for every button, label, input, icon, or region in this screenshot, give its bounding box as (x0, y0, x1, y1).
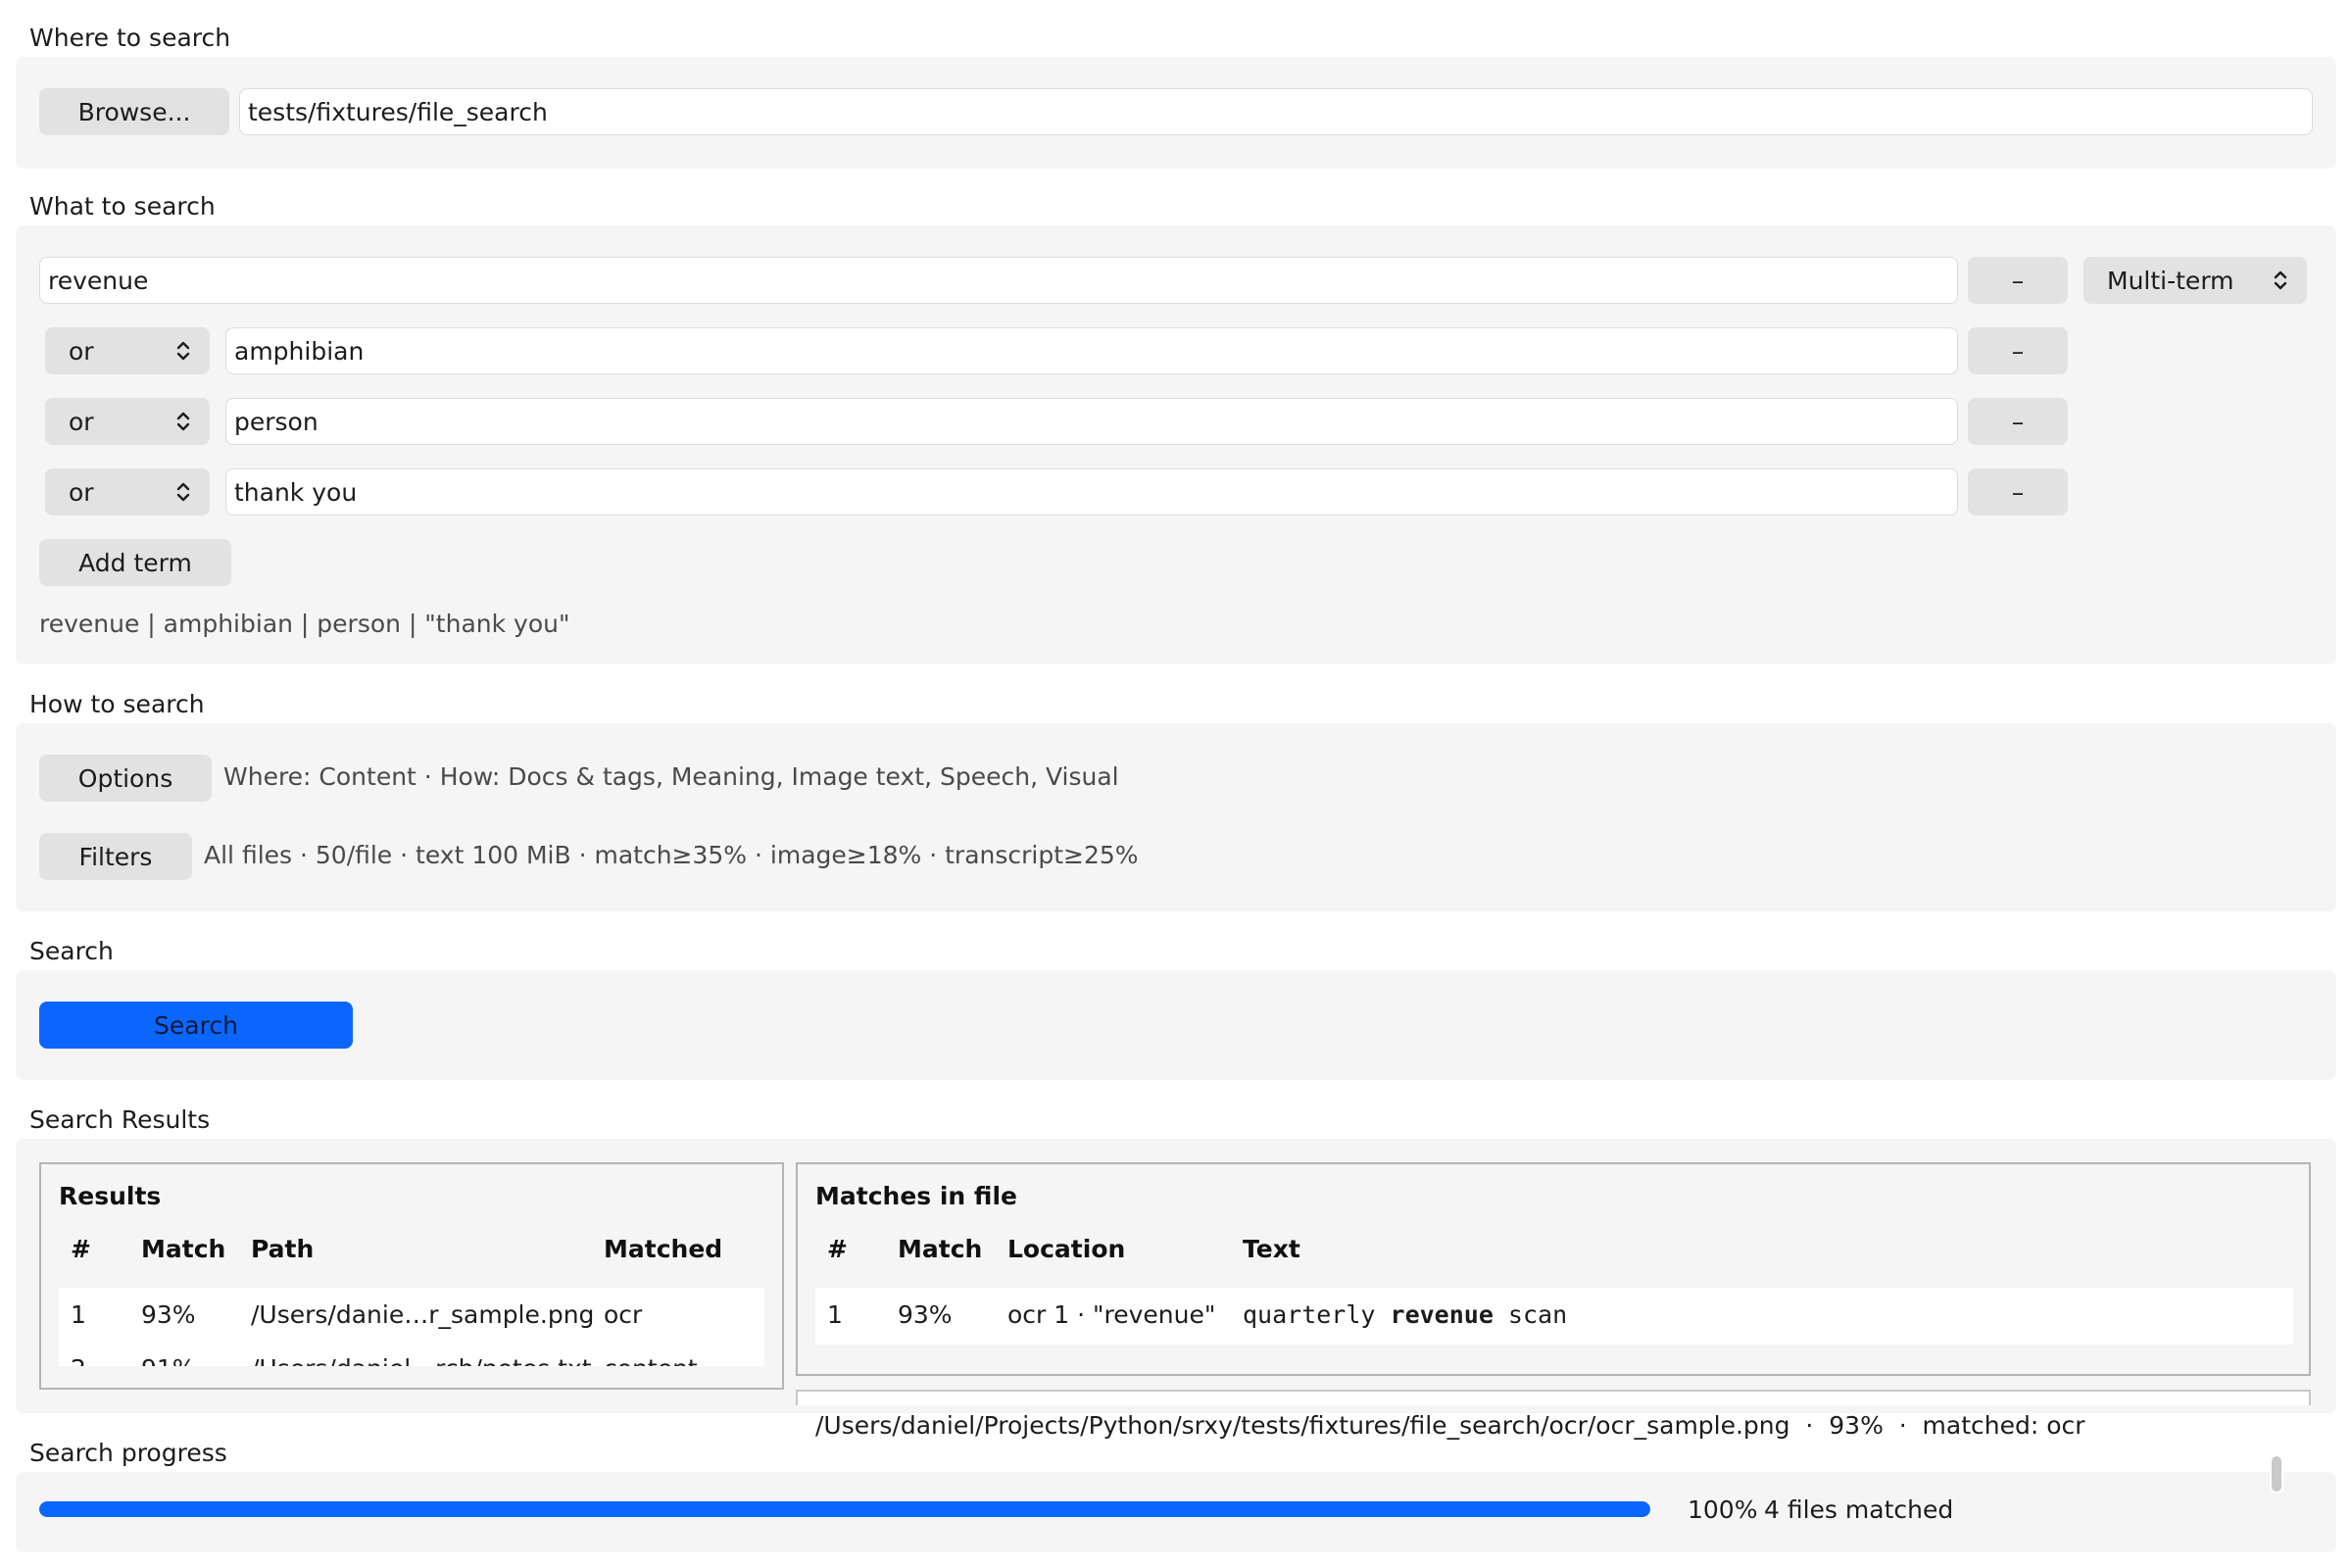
updown-chevron-icon (176, 482, 190, 502)
results-col-matched[interactable]: Matched (604, 1235, 722, 1263)
term-input-2[interactable]: person (225, 398, 1958, 445)
results-row-matched: content (604, 1354, 698, 1366)
matches-row-text: quarterly revenue scan (1243, 1300, 1567, 1329)
results-row-clip: 2 91% /Users/daniel…rch/notes.txt conten… (59, 1345, 764, 1366)
results-section-title: Search Results (29, 1105, 211, 1134)
updown-chevron-icon (176, 341, 190, 361)
first-term-input[interactable]: revenue (39, 257, 1958, 304)
search-progress-bar (39, 1501, 1650, 1517)
search-section-title: Search (29, 937, 114, 965)
query-preview: revenue | amphibian | person | "thank yo… (39, 610, 570, 638)
matches-row-match: 93% (898, 1300, 953, 1329)
matches-row-location: ocr 1 · "revenue" (1007, 1300, 1216, 1329)
term-operator-label: or (69, 336, 94, 366)
filters-summary: All files · 50/file · text 100 MiB · mat… (204, 841, 1139, 869)
search-button[interactable]: Search (39, 1002, 353, 1049)
results-col-path[interactable]: Path (251, 1235, 314, 1263)
scrollbar-thumb[interactable] (2270, 1454, 2283, 1494)
updown-chevron-icon (176, 412, 190, 431)
matches-col-text[interactable]: Text (1243, 1235, 1300, 1263)
match-text-after: scan (1493, 1300, 1568, 1329)
results-row-num: 2 (71, 1354, 86, 1366)
path-input[interactable]: tests/fixtures/file_search (239, 88, 2313, 135)
results-row-match: 93% (141, 1300, 196, 1329)
results-table-title: Results (59, 1182, 162, 1210)
progress-section-title: Search progress (29, 1439, 227, 1467)
where-section-title: Where to search (29, 24, 231, 52)
remove-term-button-3[interactable]: – (1968, 468, 2068, 515)
results-row-num: 1 (71, 1300, 86, 1329)
matches-col-location[interactable]: Location (1007, 1235, 1125, 1263)
remove-term-button-2[interactable]: – (1968, 398, 2068, 445)
match-text-before: quarterly (1243, 1300, 1391, 1329)
term-input-3[interactable]: thank you (225, 468, 1958, 515)
results-row-matched: ocr (604, 1300, 643, 1329)
results-col-match[interactable]: Match (141, 1235, 225, 1263)
options-button[interactable]: Options (39, 755, 212, 802)
results-row-match: 91% (141, 1354, 196, 1366)
selected-file-info: /Users/daniel/Projects/Python/srxy/tests… (815, 1411, 2085, 1440)
file-info-divider (796, 1390, 2311, 1405)
results-col-num[interactable]: # (71, 1235, 91, 1263)
what-section-title: What to search (29, 192, 216, 220)
term-operator-select-3[interactable]: or (45, 468, 210, 515)
remove-term-button-1[interactable]: – (1968, 327, 2068, 374)
term-operator-label: or (69, 477, 94, 507)
results-row-path: /Users/danie…r_sample.png (251, 1300, 595, 1329)
matches-table-title: Matches in file (815, 1182, 1017, 1210)
search-progress-fill (39, 1501, 1650, 1517)
match-text-hit: revenue (1390, 1300, 1494, 1329)
term-operator-select-2[interactable]: or (45, 398, 210, 445)
term-operator-label: or (69, 407, 94, 436)
search-mode-label: Multi-term (2107, 266, 2234, 295)
updown-chevron-icon (2274, 270, 2287, 290)
how-panel (16, 723, 2336, 911)
search-mode-select[interactable]: Multi-term (2083, 257, 2307, 304)
search-panel (16, 970, 2336, 1080)
matches-col-num[interactable]: # (827, 1235, 848, 1263)
browse-button[interactable]: Browse... (39, 88, 229, 135)
term-input-1[interactable]: amphibian (225, 327, 1958, 374)
options-summary: Where: Content · How: Docs & tags, Meani… (223, 762, 1119, 791)
matches-col-match[interactable]: Match (898, 1235, 982, 1263)
remove-term-button-0[interactable]: – (1968, 257, 2068, 304)
progress-percent: 100% (1688, 1495, 1758, 1524)
add-term-button[interactable]: Add term (39, 539, 231, 586)
how-section-title: How to search (29, 690, 205, 718)
term-operator-select-1[interactable]: or (45, 327, 210, 374)
results-row-path: /Users/daniel…rch/notes.txt (251, 1354, 592, 1366)
progress-status: 4 files matched (1764, 1495, 1954, 1524)
filters-button[interactable]: Filters (39, 833, 192, 880)
matches-row-num: 1 (827, 1300, 843, 1329)
